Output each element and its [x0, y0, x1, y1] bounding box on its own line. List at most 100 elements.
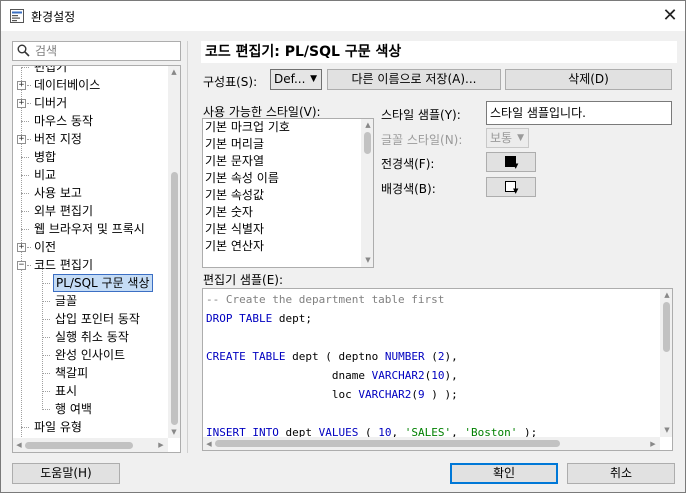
- tree-item-file-types[interactable]: 파일 유형: [13, 418, 168, 436]
- tree-item-caret-behavior[interactable]: 삽입 포인터 동작: [13, 310, 168, 328]
- code-number: 9: [417, 388, 425, 401]
- code-keyword: NUMBER: [384, 350, 425, 363]
- tree-item-merge[interactable]: 병합: [13, 148, 168, 166]
- tree-item-line-gutter[interactable]: 행 여백: [13, 400, 168, 418]
- tree-item-label: 마우스 동작: [34, 114, 94, 128]
- expand-icon[interactable]: +: [17, 81, 26, 90]
- code-identifier: dept: [278, 312, 306, 325]
- scroll-down-icon[interactable]: ▼: [170, 428, 178, 436]
- chevron-down-icon: ▼: [310, 74, 317, 84]
- code-punct: ),: [444, 350, 458, 363]
- code-comment: -- Create the department table first: [206, 293, 445, 306]
- font-style-value: 보통: [490, 131, 513, 145]
- search-icon: [17, 44, 30, 57]
- code-number: 10: [431, 369, 445, 382]
- tree-item-font[interactable]: 글꼴: [13, 292, 168, 310]
- expand-icon[interactable]: +: [17, 99, 26, 108]
- list-item[interactable]: 기본 마크업 기호: [203, 119, 373, 136]
- scroll-thumb[interactable]: [663, 302, 670, 352]
- list-item[interactable]: 기본 숫자: [203, 204, 373, 221]
- tree-item-database[interactable]: + 데이터베이스: [13, 76, 168, 94]
- code-keyword: VARCHAR2: [358, 388, 412, 401]
- scroll-up-icon[interactable]: ▲: [663, 291, 671, 299]
- scheme-select[interactable]: Def... ▼: [270, 69, 322, 90]
- panel-divider[interactable]: [187, 41, 188, 453]
- tree-item-bookmarks[interactable]: 책갈피: [13, 364, 168, 382]
- scroll-right-icon[interactable]: ▶: [649, 440, 657, 448]
- scroll-thumb[interactable]: [171, 172, 178, 425]
- code-sample: -- Create the department table first DRO…: [206, 293, 538, 439]
- tree-item-undo-behavior[interactable]: 실행 취소 동작: [13, 328, 168, 346]
- tree-item-mouse[interactable]: 마우스 동작: [13, 112, 168, 130]
- cancel-button[interactable]: 취소: [567, 463, 675, 484]
- available-styles-list[interactable]: 기본 마크업 기호 기본 머리글 기본 문자열 기본 속성 이름 기본 속성값 …: [202, 118, 374, 268]
- search-input[interactable]: [35, 43, 175, 59]
- editor-horizontal-scrollbar[interactable]: ◀ ▶: [203, 437, 660, 450]
- ok-button[interactable]: 확인: [450, 463, 558, 484]
- tree-item-label: 비교: [34, 168, 57, 182]
- scroll-right-icon[interactable]: ▶: [157, 441, 165, 449]
- help-button[interactable]: 도움말(H): [12, 463, 120, 484]
- tree-item-label: 병합: [34, 150, 57, 164]
- scroll-left-icon[interactable]: ◀: [205, 440, 213, 448]
- delete-button[interactable]: 삭제(D): [505, 69, 672, 90]
- tree-item-external-editor[interactable]: 외부 편집기: [13, 202, 168, 220]
- tree-item-label: 이전: [34, 240, 57, 254]
- tree-item-label: 파일 유형: [34, 420, 82, 434]
- tree-vertical-scrollbar[interactable]: ▲ ▼: [168, 66, 180, 438]
- tree-item-plsql-syntax-colors[interactable]: PL/SQL 구문 색상: [13, 274, 168, 292]
- scroll-thumb[interactable]: [364, 132, 371, 154]
- background-color-button[interactable]: ▼: [486, 177, 536, 197]
- scroll-thumb[interactable]: [215, 440, 560, 447]
- tree-item-compare[interactable]: 비교: [13, 166, 168, 184]
- list-item[interactable]: 기본 속성 이름: [203, 170, 373, 187]
- tree-item-usage[interactable]: 사용 보고: [13, 184, 168, 202]
- tree-horizontal-scrollbar[interactable]: ◀ ▶: [13, 438, 168, 452]
- tree-item-label: 책갈피: [55, 366, 89, 380]
- scroll-down-icon[interactable]: ▼: [663, 426, 671, 434]
- styles-scrollbar[interactable]: ▲ ▼: [361, 119, 373, 267]
- editor-sample[interactable]: -- Create the department table first DRO…: [202, 288, 673, 451]
- tree-item-migration[interactable]: + 이전: [13, 238, 168, 256]
- foreground-color-button[interactable]: ▼: [486, 152, 536, 172]
- page-title: 코드 편집기: PL/SQL 구문 색상: [201, 41, 677, 63]
- tree-item-label: 디버거: [34, 96, 68, 110]
- code-identifier: loc: [331, 388, 352, 401]
- list-item[interactable]: 기본 문자열: [203, 153, 373, 170]
- scroll-up-icon[interactable]: ▲: [170, 68, 178, 76]
- collapse-icon[interactable]: −: [17, 261, 26, 270]
- scroll-left-icon[interactable]: ◀: [15, 441, 23, 449]
- list-item[interactable]: 기본 식별자: [203, 221, 373, 238]
- preferences-tree[interactable]: 편집기 + 데이터베이스 + 디버거 마우스 동작 + 버전 지정 병합 비교 …: [12, 65, 181, 453]
- tree-item-label: 행 여백: [55, 402, 92, 416]
- tree-item-display[interactable]: 표시: [13, 382, 168, 400]
- close-icon[interactable]: ✕: [656, 2, 684, 30]
- list-item[interactable]: 기본 속성값: [203, 187, 373, 204]
- tree-item-completion-insight[interactable]: 완성 인사이트: [13, 346, 168, 364]
- code-punct: ),: [444, 369, 458, 382]
- scroll-up-icon[interactable]: ▲: [364, 121, 372, 129]
- save-as-button[interactable]: 다른 이름으로 저장(A)...: [327, 69, 501, 90]
- scroll-down-icon[interactable]: ▼: [364, 256, 372, 264]
- tree-item-code-editor[interactable]: − 코드 편집기: [13, 256, 168, 274]
- code-keyword: TABLE: [252, 350, 286, 363]
- tree-item-web-proxy[interactable]: 웹 브라우저 및 프록시: [13, 220, 168, 238]
- app-icon: [10, 9, 24, 23]
- code-keyword: VARCHAR2: [371, 369, 425, 382]
- tree-item-editor[interactable]: 편집기: [13, 66, 168, 76]
- list-item[interactable]: 기본 연산자: [203, 238, 373, 255]
- expand-icon[interactable]: +: [17, 243, 26, 252]
- style-sample-label: 스타일 샘플(Y):: [381, 108, 461, 122]
- search-field[interactable]: [12, 41, 181, 61]
- scroll-thumb[interactable]: [25, 442, 133, 449]
- style-sample-field: 스타일 샘플입니다.: [486, 101, 672, 125]
- tree-item-debugger[interactable]: + 디버거: [13, 94, 168, 112]
- expand-icon[interactable]: +: [17, 135, 26, 144]
- tree-item-versioning[interactable]: + 버전 지정: [13, 130, 168, 148]
- scheme-label: 구성표(S):: [203, 75, 258, 89]
- editor-sample-label: 편집기 샘플(E):: [203, 273, 284, 287]
- code-keyword: TABLE: [239, 312, 273, 325]
- editor-vertical-scrollbar[interactable]: ▲ ▼: [660, 289, 672, 437]
- font-style-label: 글꼴 스타일(N):: [381, 133, 463, 147]
- list-item[interactable]: 기본 머리글: [203, 136, 373, 153]
